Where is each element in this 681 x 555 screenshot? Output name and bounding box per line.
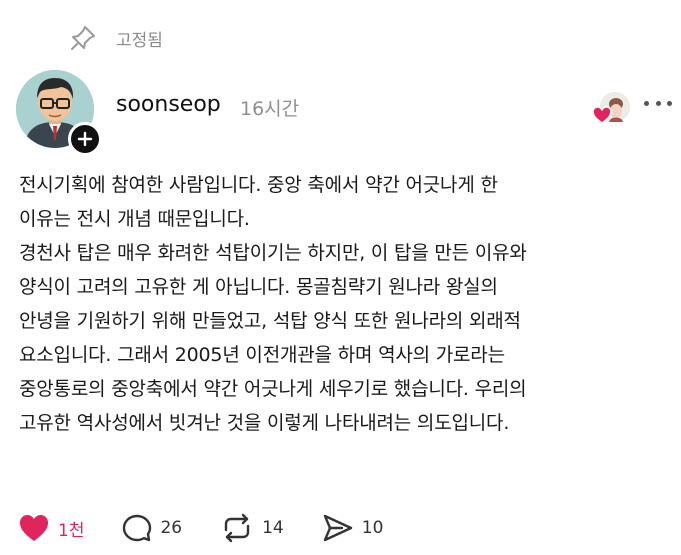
reply-count: 26 bbox=[160, 518, 183, 538]
liked-by-avatar[interactable] bbox=[592, 92, 630, 124]
reply-button[interactable]: 26 bbox=[122, 513, 182, 543]
post-line: 양식이 고려의 고유한 게 아닙니다. 몽골침략기 원나라 왕실의 bbox=[19, 276, 498, 298]
heart-badge-icon bbox=[592, 106, 612, 124]
post-text: 전시기획에 참여한 사람입니다. 중앙 축에서 약간 어긋나게 한 이유는 전시… bbox=[19, 168, 659, 440]
post-line: 요소입니다. 그래서 2005년 이전개관을 하며 역사의 가로라는 bbox=[19, 344, 505, 366]
post-line: 안녕을 기원하기 위해 만들었고, 석탑 양식 또한 원나라의 외래적 bbox=[19, 310, 521, 332]
more-options-icon[interactable] bbox=[644, 98, 672, 108]
post-line: 이유는 전시 개념 때문입니다. bbox=[19, 208, 250, 230]
like-count: 1천 bbox=[58, 520, 85, 541]
follow-button[interactable] bbox=[68, 122, 102, 156]
author-avatar-container[interactable] bbox=[16, 70, 102, 156]
comment-icon bbox=[123, 514, 152, 542]
post-header: soonseop 16시간 bbox=[16, 70, 672, 156]
post-line: 경천사 탑은 매우 화려한 석탑이기는 하지만, 이 탑을 만든 이유와 bbox=[19, 242, 527, 264]
pinned-indicator: 고정됨 bbox=[68, 22, 163, 54]
plus-icon bbox=[77, 131, 93, 147]
share-count: 10 bbox=[361, 518, 384, 538]
repost-count: 14 bbox=[262, 518, 284, 538]
post-timestamp[interactable]: 16시간 bbox=[240, 94, 299, 121]
post-line: 중앙통로의 중앙축에서 약간 어긋나게 세우기로 했습니다. 우리의 bbox=[19, 378, 527, 400]
post-actions: 1천 26 14 10 bbox=[18, 510, 421, 546]
like-button[interactable]: 1천 bbox=[18, 513, 84, 543]
repost-button[interactable]: 14 bbox=[220, 513, 284, 543]
repost-icon bbox=[224, 513, 250, 543]
author-username[interactable]: soonseop bbox=[116, 92, 221, 117]
pinned-label: 고정됨 bbox=[116, 30, 163, 51]
send-icon bbox=[323, 514, 352, 542]
pin-icon bbox=[68, 23, 98, 53]
share-button[interactable]: 10 bbox=[322, 513, 384, 543]
heart-filled-icon bbox=[20, 515, 48, 541]
post-line: 고유한 역사성에서 빗겨난 것을 이렇게 나타내려는 의도입니다. bbox=[19, 412, 510, 434]
post-line: 전시기획에 참여한 사람입니다. 중앙 축에서 약간 어긋나게 한 bbox=[19, 174, 498, 196]
